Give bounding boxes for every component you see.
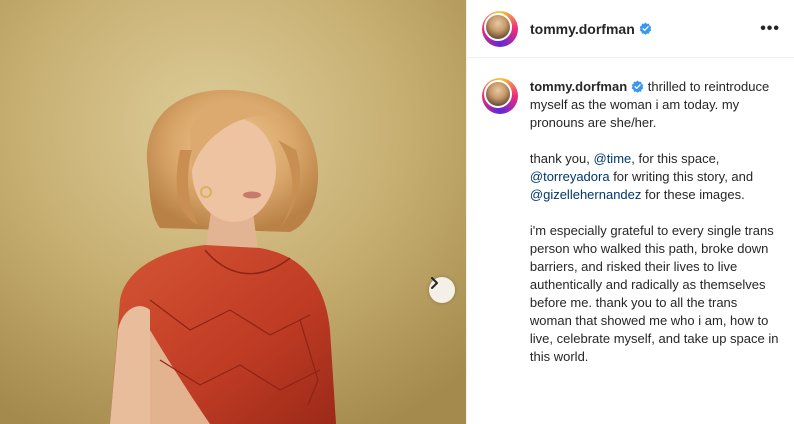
caption-body: tommy.dorfman thrilled to reintroduce my… — [530, 78, 779, 366]
post-header: tommy.dorfman ••• — [467, 0, 794, 58]
more-options-button[interactable]: ••• — [760, 20, 780, 38]
caption-paragraph-1: tommy.dorfman thrilled to reintroduce my… — [530, 78, 779, 132]
mention-link[interactable]: @torreyadora — [530, 169, 610, 184]
avatar[interactable] — [482, 10, 518, 47]
caption-paragraph-3: i'm especially grateful to every single … — [529, 223, 779, 364]
next-image-button[interactable] — [429, 277, 455, 303]
caption: tommy.dorfman thrilled to reintroduce my… — [467, 58, 794, 366]
caption-text-2a: thank you, — [529, 151, 594, 166]
header-username[interactable]: tommy.dorfman — [530, 21, 635, 37]
verified-badge-icon — [631, 80, 644, 93]
verified-badge-icon — [639, 22, 652, 35]
caption-paragraph-2: thank you, @time, for this space, @torre… — [530, 150, 779, 204]
avatar-image — [484, 12, 512, 41]
chevron-right-icon — [431, 277, 438, 289]
post-image[interactable] — [0, 0, 466, 424]
caption-text-2b: , for this space, — [631, 151, 720, 166]
post-viewer: tommy.dorfman ••• tommy.dorfman thrilled… — [0, 0, 794, 424]
mention-link[interactable]: @time — [594, 151, 632, 166]
photo-illustration — [0, 0, 466, 424]
mention-link[interactable]: @gizellehernandez — [530, 187, 642, 202]
caption-text-2d: for these images. — [641, 187, 745, 202]
caption-avatar[interactable] — [482, 78, 518, 114]
caption-text-2c: for writing this story, and — [609, 169, 754, 184]
post-side-panel: tommy.dorfman ••• tommy.dorfman thrilled… — [466, 0, 794, 424]
caption-username[interactable]: tommy.dorfman — [530, 79, 627, 94]
avatar-image — [484, 80, 512, 108]
